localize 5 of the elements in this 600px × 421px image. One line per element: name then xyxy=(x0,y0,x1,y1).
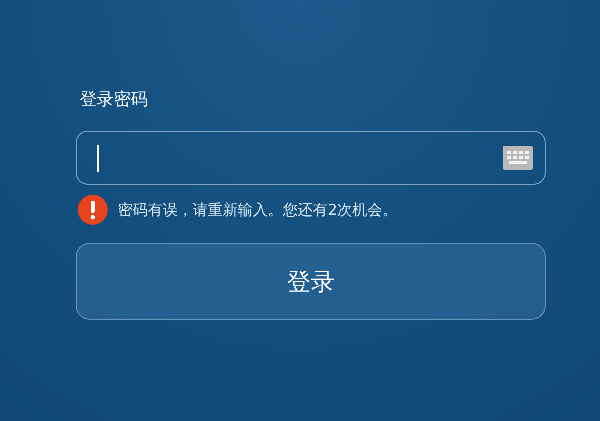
login-button[interactable]: 登录 xyxy=(76,243,546,320)
error-icon xyxy=(78,195,108,225)
error-message: 密码有误，请重新输入。您还有2次机会。 xyxy=(118,200,398,220)
password-field[interactable] xyxy=(76,131,546,185)
field-label: 登录密码 xyxy=(80,89,148,111)
